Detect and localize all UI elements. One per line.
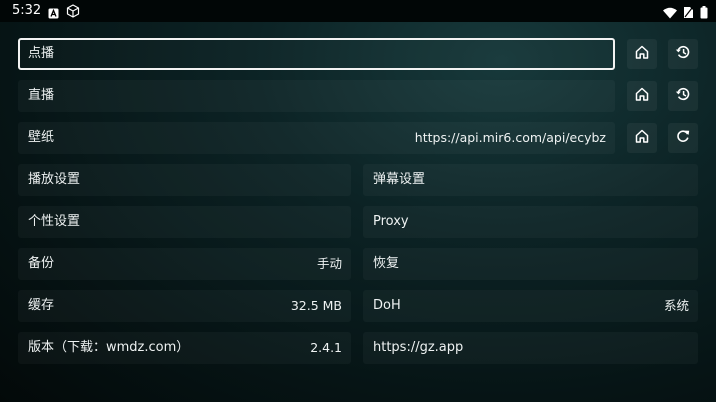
package-icon xyxy=(66,3,80,22)
playback-settings-label: 播放设置 xyxy=(28,172,81,187)
backup-row[interactable]: 备份 手动 xyxy=(18,248,351,280)
version-row[interactable]: 版本（下载：wmdz.com） 2.4.1 xyxy=(18,332,351,364)
live-home-button[interactable] xyxy=(627,81,657,111)
status-bar: 5:32 xyxy=(0,0,716,22)
vod-source-row[interactable]: 点播 xyxy=(18,38,615,70)
status-time: 5:32 xyxy=(12,3,42,18)
restore-row[interactable]: 恢复 xyxy=(363,248,698,280)
backup-label: 备份 xyxy=(28,256,55,271)
doh-row[interactable]: DoH 系统 xyxy=(363,290,698,322)
doh-value: 系统 xyxy=(663,298,689,313)
cache-row[interactable]: 缓存 32.5 MB xyxy=(18,290,351,322)
home-icon xyxy=(634,128,650,148)
no-sim-icon xyxy=(683,4,694,23)
wallpaper-refresh-button[interactable] xyxy=(668,123,698,153)
home-icon xyxy=(634,44,650,64)
wallpaper-home-button[interactable] xyxy=(627,123,657,153)
restore-label: 恢复 xyxy=(373,256,400,271)
version-label: 版本（下载：wmdz.com） xyxy=(28,340,190,355)
wallpaper-url: https://api.mir6.com/api/ecybz xyxy=(414,130,606,145)
history-icon xyxy=(675,44,691,64)
doh-label: DoH xyxy=(373,298,401,313)
danmaku-settings-label: 弹幕设置 xyxy=(373,172,426,187)
live-label: 直播 xyxy=(28,88,55,103)
wallpaper-row[interactable]: 壁纸 https://api.mir6.com/api/ecybz xyxy=(18,122,615,154)
notification-a-icon xyxy=(48,4,59,23)
personal-settings-label: 个性设置 xyxy=(28,214,81,229)
playback-settings-row[interactable]: 播放设置 xyxy=(18,164,351,196)
personal-settings-row[interactable]: 个性设置 xyxy=(18,206,351,238)
cache-value: 32.5 MB xyxy=(290,298,342,313)
backup-value: 手动 xyxy=(316,256,342,271)
website-label: https://gz.app xyxy=(373,340,464,355)
refresh-icon xyxy=(675,128,691,148)
vod-label: 点播 xyxy=(28,46,55,61)
battery-icon xyxy=(700,4,708,23)
website-row[interactable]: https://gz.app xyxy=(363,332,698,364)
vod-home-button[interactable] xyxy=(627,39,657,69)
cache-label: 缓存 xyxy=(28,298,55,313)
live-history-button[interactable] xyxy=(668,81,698,111)
wallpaper-label: 壁纸 xyxy=(28,130,55,145)
version-value: 2.4.1 xyxy=(310,340,342,355)
proxy-row[interactable]: Proxy xyxy=(363,206,698,238)
history-icon xyxy=(675,86,691,106)
proxy-label: Proxy xyxy=(373,214,409,229)
home-icon xyxy=(634,86,650,106)
live-source-row[interactable]: 直播 xyxy=(18,80,615,112)
danmaku-settings-row[interactable]: 弹幕设置 xyxy=(363,164,698,196)
vod-history-button[interactable] xyxy=(668,39,698,69)
wifi-icon xyxy=(663,4,677,23)
